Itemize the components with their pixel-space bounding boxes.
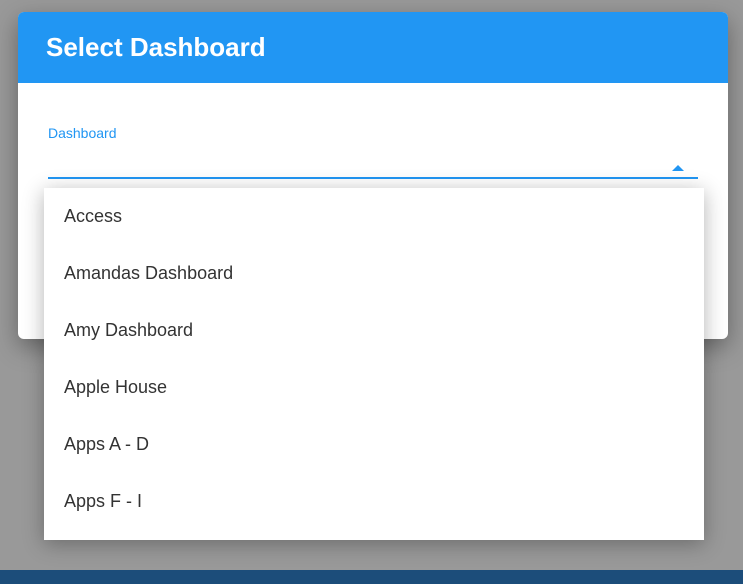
dropdown-option[interactable]: Apps A - D (44, 416, 704, 473)
select-input[interactable] (48, 165, 698, 179)
scroll-filler (44, 530, 704, 540)
footer-bar (0, 570, 743, 584)
dropdown-option[interactable]: Amandas Dashboard (44, 245, 704, 302)
modal-title: Select Dashboard (46, 32, 700, 63)
dropdown-option[interactable]: Apple House (44, 359, 704, 416)
dropdown-option[interactable]: Amy Dashboard (44, 302, 704, 359)
select-label: Dashboard (48, 125, 698, 141)
dropdown-option[interactable]: Apps F - I (44, 473, 704, 530)
dashboard-select[interactable]: Dashboard (48, 125, 698, 179)
dropdown-option[interactable]: Access (44, 188, 704, 245)
modal-header: Select Dashboard (18, 12, 728, 83)
caret-up-icon (672, 165, 684, 171)
dashboard-dropdown[interactable]: Access Amandas Dashboard Amy Dashboard A… (44, 188, 704, 540)
